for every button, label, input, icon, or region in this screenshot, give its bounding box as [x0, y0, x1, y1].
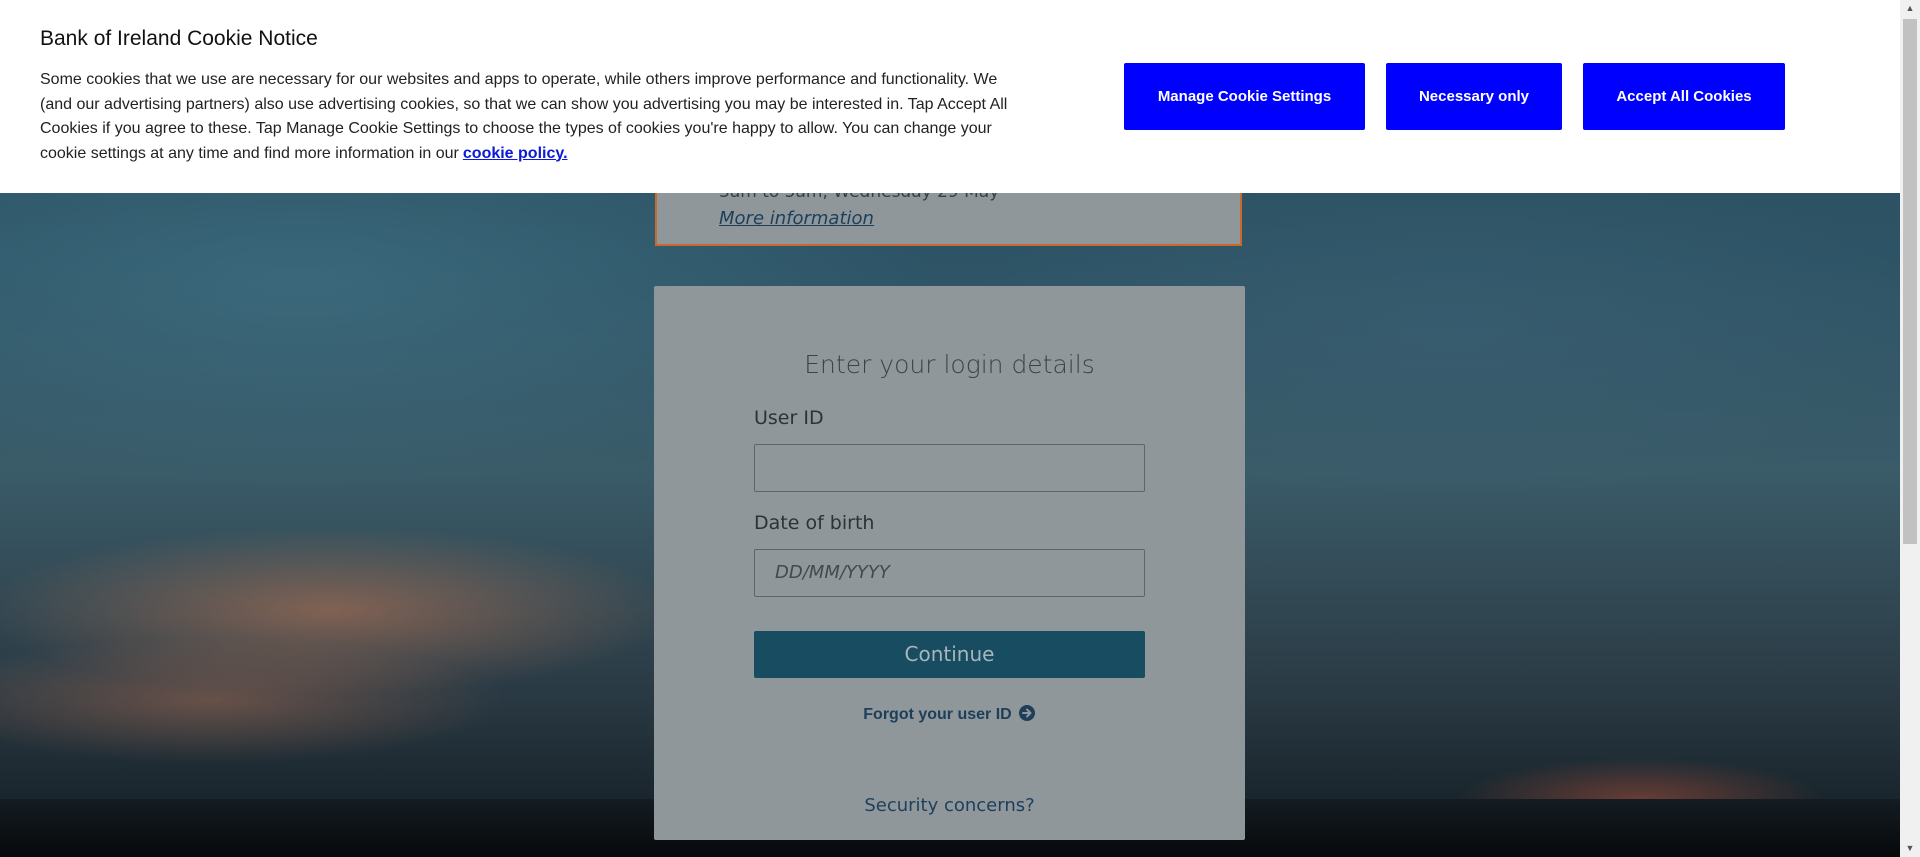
cookie-policy-link[interactable]: cookie policy. [463, 145, 568, 162]
vertical-scrollbar[interactable]: ▲ ▼ [1900, 0, 1920, 857]
arrow-circle-right-icon [1018, 705, 1035, 721]
manage-cookie-settings-button[interactable]: Manage Cookie Settings [1124, 63, 1365, 130]
login-title: Enter your login details [804, 350, 1095, 379]
continue-button[interactable]: Continue [754, 631, 1145, 678]
cookie-banner-title: Bank of Ireland Cookie Notice [40, 27, 318, 50]
cookie-banner: Bank of Ireland Cookie Notice Some cooki… [0, 0, 1900, 193]
user-id-input[interactable] [754, 444, 1145, 492]
forgot-user-id-label: Forgot your user ID [863, 706, 1012, 723]
scroll-down-arrow-icon[interactable]: ▼ [1900, 840, 1920, 857]
security-concerns-link[interactable]: Security concerns? [654, 795, 1245, 816]
forgot-user-id-link[interactable]: Forgot your user ID [654, 704, 1245, 724]
login-card: Enter your login details User ID Date of… [654, 286, 1245, 840]
date-of-birth-input[interactable]: DD/MM/YYYY [754, 549, 1145, 597]
necessary-only-button[interactable]: Necessary only [1386, 63, 1562, 130]
date-of-birth-label: Date of birth [754, 512, 875, 534]
scrollbar-thumb[interactable] [1903, 19, 1917, 544]
accept-all-cookies-button[interactable]: Accept All Cookies [1583, 63, 1785, 130]
scroll-up-arrow-icon[interactable]: ▲ [1900, 0, 1920, 17]
cookie-banner-text: Some cookies that we use are necessary f… [40, 68, 1030, 166]
more-information-link[interactable]: More information [719, 208, 874, 229]
user-id-label: User ID [754, 407, 824, 429]
